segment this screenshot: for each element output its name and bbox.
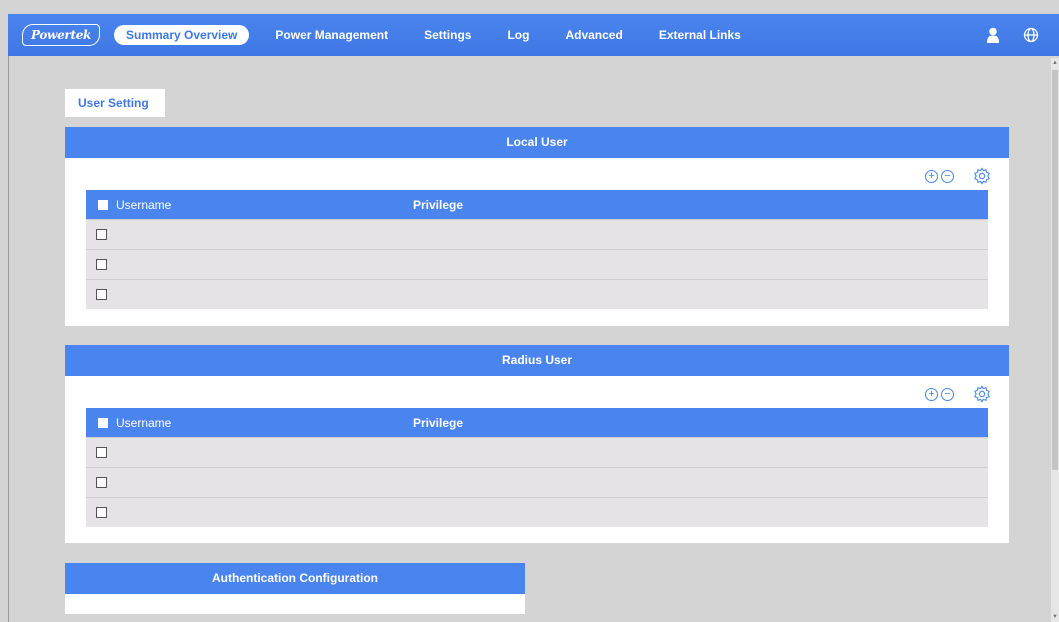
nav-log[interactable]: Log [489,25,547,45]
nav-external-links[interactable]: External Links [641,25,759,45]
scroll-up-arrow[interactable]: ▲ [1051,58,1059,68]
radius-user-tools: + − [925,385,991,403]
local-user-tools: + − [925,167,991,185]
logo[interactable]: Powertek [22,24,100,46]
add-icon[interactable]: + [925,387,938,401]
header-icons [985,14,1039,56]
radius-user-panel: Radius User + − Username Privilege [65,345,1009,543]
gear-icon[interactable] [973,385,991,403]
column-username: Username [116,415,172,430]
local-user-title: Local User [65,127,1009,158]
nav-settings[interactable]: Settings [406,25,489,45]
radius-user-toolbar: + − [65,376,1009,408]
row-checkbox[interactable] [96,259,107,270]
local-user-panel: Local User + − Username Privilege [65,127,1009,326]
scroll-thumb[interactable] [1052,70,1058,470]
table-row [86,437,988,467]
table-row [86,497,988,527]
navbar: Powertek Summary Overview Power Manageme… [8,14,1059,56]
tab-user-setting[interactable]: User Setting [65,89,165,117]
table-header: Username Privilege [86,190,988,219]
user-icon[interactable] [985,27,1001,43]
nav-summary-overview[interactable]: Summary Overview [114,25,250,45]
scrollbar[interactable]: ▲ ▼ [1051,58,1059,622]
row-checkbox[interactable] [96,477,107,488]
radius-user-title: Radius User [65,345,1009,376]
scroll-down-arrow[interactable]: ▼ [1051,612,1059,622]
table-header: Username Privilege [86,408,988,437]
nav-advanced[interactable]: Advanced [547,25,640,45]
top-area: Powertek Summary Overview Power Manageme… [0,0,1059,58]
globe-icon[interactable] [1023,27,1039,43]
authentication-configuration-panel: Authentication Configuration [65,563,525,614]
main-nav: Summary Overview Power Management Settin… [114,25,759,45]
add-icon[interactable]: + [925,169,938,183]
row-checkbox[interactable] [96,289,107,300]
row-checkbox[interactable] [96,229,107,240]
table-row [86,467,988,497]
nav-power-management[interactable]: Power Management [257,25,406,45]
gear-icon[interactable] [973,167,991,185]
select-all-checkbox[interactable] [98,199,108,210]
table-row [86,279,988,309]
row-checkbox[interactable] [96,447,107,458]
select-all-checkbox[interactable] [98,417,108,428]
row-checkbox[interactable] [96,507,107,518]
authentication-configuration-title: Authentication Configuration [65,563,525,594]
table-row [86,249,988,279]
local-user-table: Username Privilege [86,190,988,309]
remove-icon[interactable]: − [941,387,954,401]
remove-icon[interactable]: − [941,169,954,183]
radius-user-table: Username Privilege [86,408,988,527]
column-username: Username [116,197,172,212]
column-privilege: Privilege [413,415,464,430]
column-privilege: Privilege [413,197,464,212]
table-row [86,219,988,249]
local-user-toolbar: + − [65,158,1009,190]
